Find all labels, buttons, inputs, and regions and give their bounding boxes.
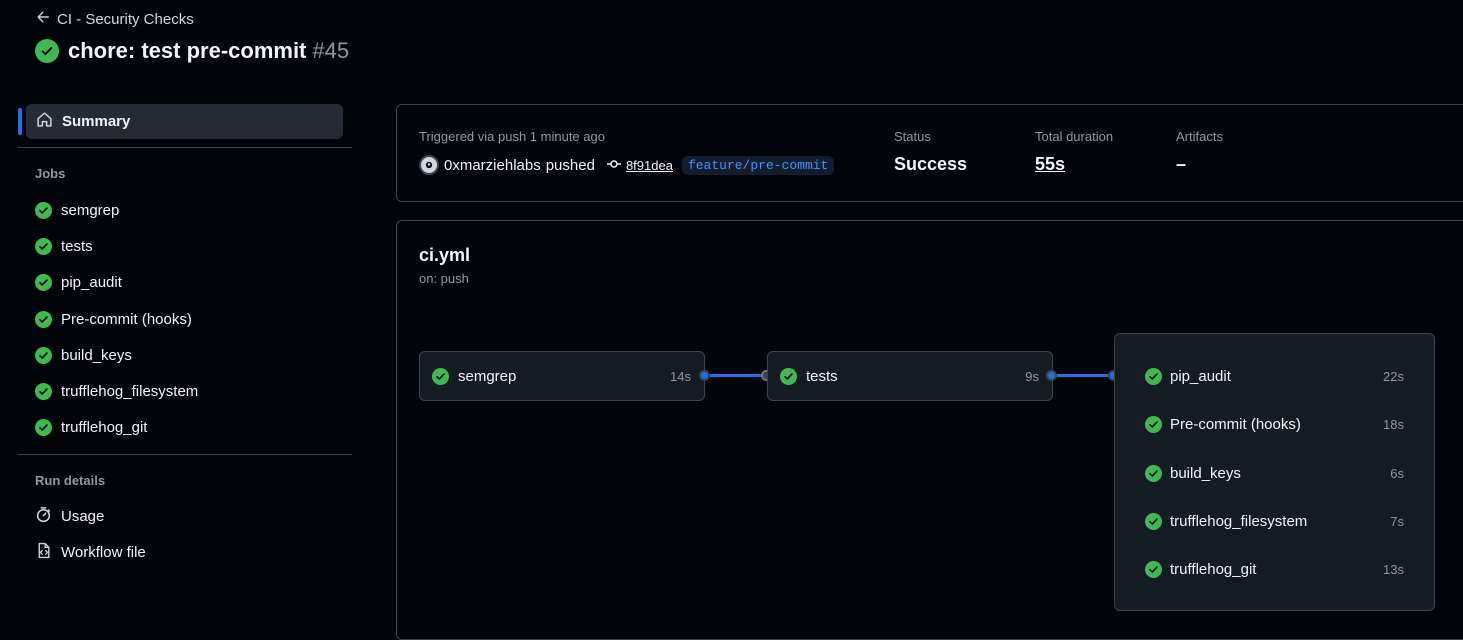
check-circle-icon [432,367,449,385]
job-name: build_keys [1170,464,1241,482]
check-circle-icon [1145,415,1162,433]
check-circle-icon [35,39,59,63]
branch-label[interactable]: feature/pre-commit [681,155,835,175]
sidebar-job-tests[interactable]: tests [35,236,93,256]
active-indicator [18,108,22,135]
sidebar-item-label: Workflow file [61,543,146,561]
sidebar-item-label: tests [61,237,93,255]
sidebar-job-build-keys[interactable]: build_keys [35,345,132,365]
job-node-build-keys[interactable]: build_keys 6s [1145,462,1404,484]
git-commit-icon [606,158,622,173]
jobs-heading: Jobs [35,166,66,181]
job-node-pip-audit[interactable]: pip_audit 22s [1145,365,1404,387]
check-circle-icon [35,237,52,255]
avatar[interactable] [419,155,439,175]
connector-line [710,374,762,377]
job-node-trufflehog-git[interactable]: trufflehog_git 13s [1145,558,1404,580]
job-duration: 14s [670,368,691,384]
job-node-semgrep[interactable]: semgrep 14s [419,351,705,401]
sidebar-job-trufflehog-git[interactable]: trufflehog_git [35,417,147,437]
status-label: Status [894,129,931,144]
job-duration: 7s [1390,513,1404,529]
job-name: trufflehog_git [1170,560,1257,578]
check-circle-icon [1145,464,1162,482]
job-node-tests[interactable]: tests 9s [767,351,1053,401]
arrow-left-icon [36,10,50,28]
check-circle-icon [35,418,52,436]
workflow-file-name: ci.yml [419,245,471,265]
connector-line [1057,374,1109,377]
job-node-trufflehog-filesystem[interactable]: trufflehog_filesystem 7s [1145,510,1404,532]
sidebar-item-label: Usage [61,507,105,525]
run-title: chore: test pre-commit [68,38,307,63]
actor-action: pushed [545,156,595,174]
sidebar-item-usage[interactable]: Usage [35,506,104,526]
duration-label: Total duration [1035,129,1114,144]
job-name: trufflehog_filesystem [1170,512,1308,530]
divider [18,147,352,148]
job-node-pre-commit[interactable]: Pre-commit (hooks) 18s [1145,413,1404,435]
sidebar-item-label: Summary [62,113,131,130]
sidebar-job-trufflehog-filesystem[interactable]: trufflehog_filesystem [35,381,198,401]
trigger-text: Triggered via push 1 minute ago [419,129,605,144]
job-name: tests [806,367,838,385]
run-summary-card [396,104,1463,202]
sidebar-item-workflow-file[interactable]: Workflow file [35,542,146,562]
connector-dot [1046,370,1057,381]
sidebar-item-label: semgrep [61,201,120,219]
artifacts-label: Artifacts [1176,129,1223,144]
sidebar-item-label: trufflehog_filesystem [61,382,199,400]
stopwatch-icon [35,506,52,527]
job-name: pip_audit [1170,367,1231,385]
status-value: Success [894,154,968,174]
job-duration: 9s [1025,368,1039,384]
back-link-label: CI - Security Checks [57,10,194,28]
sidebar-item-label: Pre-commit (hooks) [61,310,192,328]
sidebar-item-summary[interactable]: Summary [26,104,343,139]
sidebar-job-semgrep[interactable]: semgrep [35,200,119,220]
commit-link[interactable]: 8f91dea [606,158,673,173]
check-circle-icon [35,382,52,400]
run-details-heading: Run details [35,473,106,488]
sidebar-job-pip-audit[interactable]: pip_audit [35,272,122,292]
sidebar-item-label: pip_audit [61,273,122,291]
divider [18,454,352,455]
push-info: 0xmarziehlabs pushed 8f91dea feature/pre… [419,155,835,175]
job-duration: 22s [1383,368,1404,384]
back-link[interactable]: CI - Security Checks [36,10,194,28]
home-icon [36,111,53,132]
connector-dot [699,370,710,381]
sidebar-item-label: trufflehog_git [61,418,148,436]
artifacts-value: – [1176,154,1187,174]
check-circle-icon [1145,560,1162,578]
commit-sha: 8f91dea [625,157,673,173]
job-duration: 18s [1383,416,1404,432]
check-circle-icon [1145,367,1162,385]
check-circle-icon [35,273,52,291]
check-circle-icon [35,201,52,219]
sidebar-item-label: build_keys [61,346,132,364]
workflow-trigger: on: push [419,271,469,286]
check-circle-icon [1145,512,1162,530]
sidebar-job-pre-commit[interactable]: Pre-commit (hooks) [35,309,192,329]
job-name: Pre-commit (hooks) [1170,415,1301,433]
check-circle-icon [780,367,797,385]
job-duration: 6s [1390,465,1404,481]
actor-name[interactable]: 0xmarziehlabs [444,157,541,174]
page-title: chore: test pre-commit #45 [35,38,349,64]
duration-value[interactable]: 55s [1035,154,1065,175]
run-number: #45 [312,38,350,63]
file-code-icon [35,542,52,563]
job-name: semgrep [458,367,517,385]
job-group: pip_audit 22s Pre-commit (hooks) 18s bui… [1114,333,1435,611]
check-circle-icon [35,346,52,364]
job-duration: 13s [1383,561,1404,577]
check-circle-icon [35,310,52,328]
